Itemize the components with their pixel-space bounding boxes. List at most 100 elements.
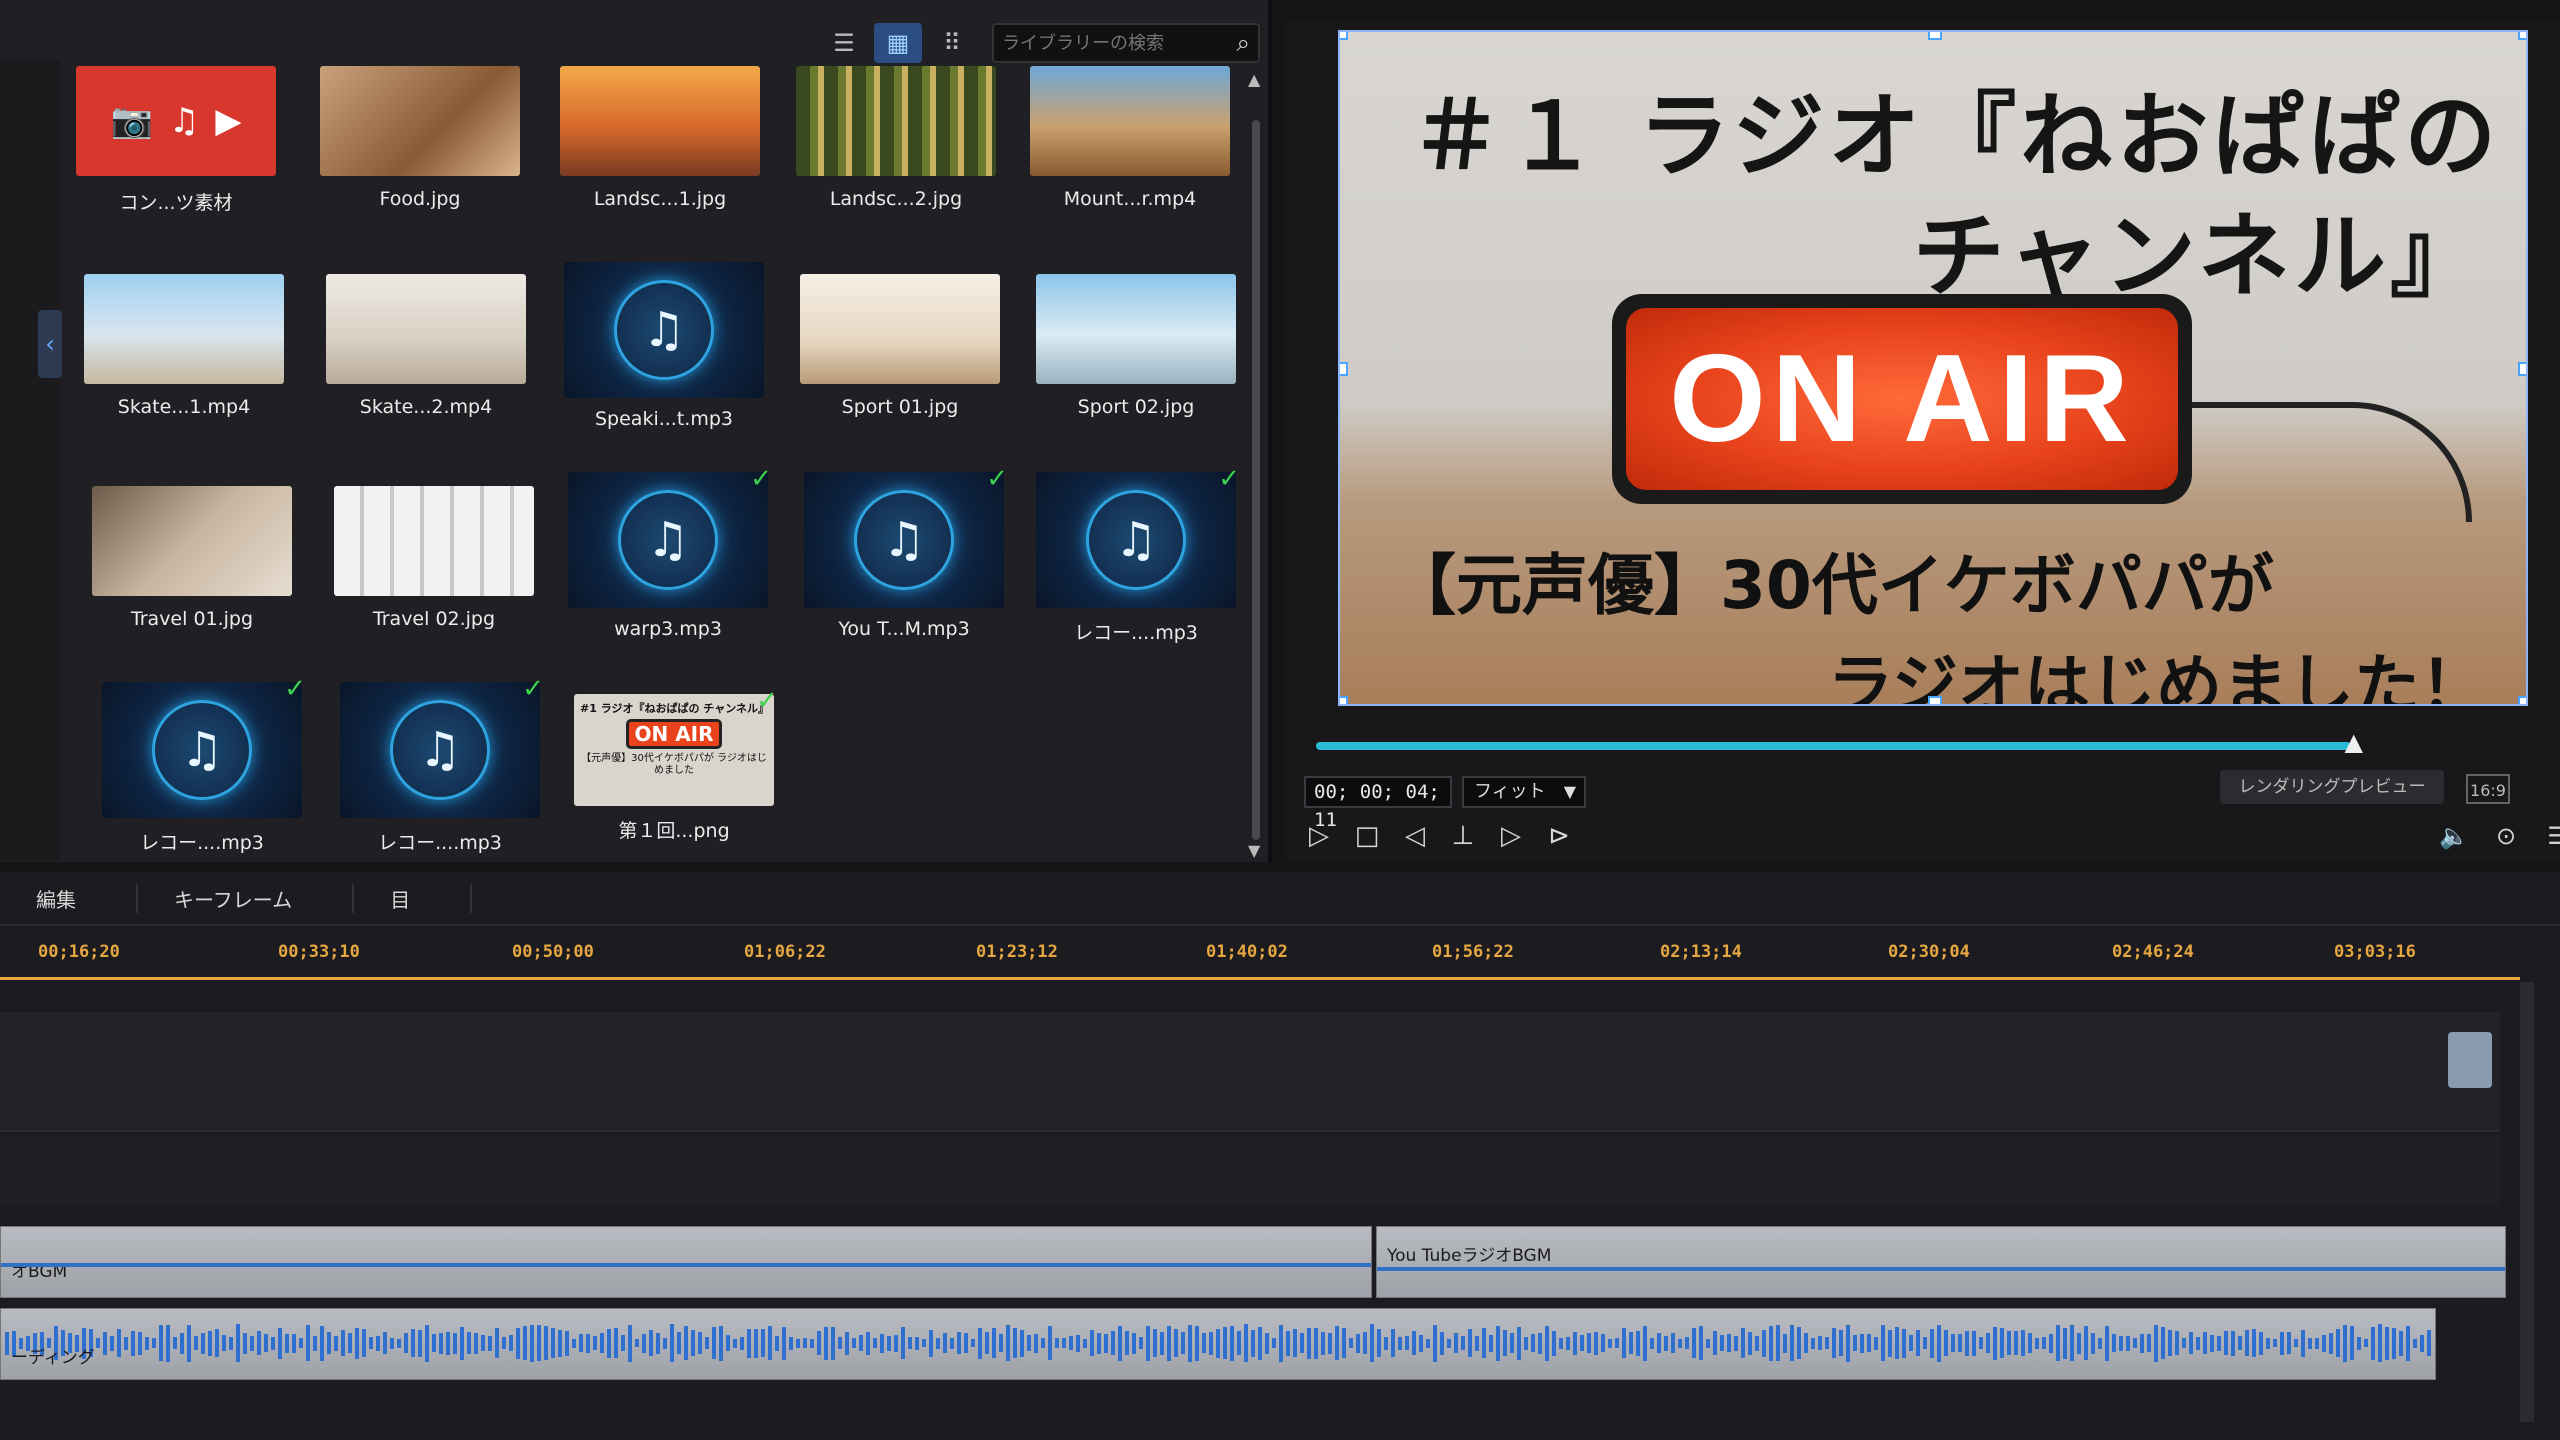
- waveform-bar: [1594, 1331, 1598, 1355]
- waveform-bar: [2168, 1330, 2172, 1356]
- waveform-bar: [537, 1325, 541, 1361]
- waveform-bar: [1622, 1328, 1626, 1358]
- scroll-thumb[interactable]: [1252, 120, 1260, 840]
- clip-name: You TubeラジオBGM: [1387, 1246, 1552, 1266]
- media-name: You T...M.mp3: [838, 618, 970, 640]
- scroll-down-icon[interactable]: ▼: [1248, 841, 1260, 860]
- media-tile[interactable]: Skate...1.mp4: [84, 274, 284, 474]
- waveform-bar: [1216, 1328, 1220, 1358]
- waveform-bar: [1272, 1338, 1276, 1348]
- travel-thumb: [92, 486, 292, 596]
- media-tile[interactable]: Travel 01.jpg: [92, 486, 292, 686]
- waveform-bar: [1587, 1333, 1591, 1353]
- timecode-display[interactable]: 00; 00; 04; 11: [1304, 776, 1452, 831]
- waveform-bar: [313, 1335, 317, 1351]
- resize-handle[interactable]: [2518, 696, 2526, 704]
- audio-thumb: ♫: [1036, 472, 1236, 608]
- media-tile[interactable]: 📷 ♫ ▶ コン...ツ素材: [76, 66, 276, 266]
- waveform-bar: [1727, 1334, 1731, 1352]
- search-icon[interactable]: ⌕: [1237, 29, 1250, 57]
- video-track[interactable]: [0, 1012, 2500, 1132]
- small-grid-view-button[interactable]: ⠿: [928, 23, 976, 63]
- media-tile[interactable]: ♫ Speaki...t.mp3: [564, 262, 764, 462]
- timeline-ruler[interactable]: 00;16;20 00;33;10 00;50;00 01;06;22 01;2…: [0, 936, 2520, 980]
- media-tile[interactable]: Sport 01.jpg: [800, 274, 1000, 474]
- waveform-bar: [845, 1331, 849, 1355]
- empty-track[interactable]: [0, 1136, 2500, 1206]
- media-tile[interactable]: Sport 02.jpg: [1036, 274, 1236, 474]
- media-tile[interactable]: ♫ ✓ レコー....mp3: [1036, 464, 1240, 672]
- media-tile[interactable]: Landsc...2.jpg: [796, 66, 996, 266]
- timeline-scrollbar[interactable]: [2520, 982, 2534, 1422]
- waveform-bar: [1132, 1332, 1136, 1354]
- waveform-bar: [684, 1326, 688, 1360]
- voice-track[interactable]: ーディング: [0, 1288, 2500, 1388]
- media-tile[interactable]: Food.jpg: [320, 66, 520, 266]
- library-search-input[interactable]: [1002, 32, 1237, 54]
- resize-handle[interactable]: [1928, 696, 1942, 704]
- waveform-bar: [1825, 1337, 1829, 1349]
- waveform-bar: [299, 1338, 303, 1348]
- check-icon: ✓: [284, 674, 306, 704]
- track-end-thumbnail[interactable]: [2448, 1032, 2492, 1088]
- fit-dropdown[interactable]: フィット ▼: [1462, 776, 1586, 808]
- tab-edit[interactable]: 編集: [0, 883, 138, 913]
- waveform-bar: [1377, 1329, 1381, 1357]
- media-tile[interactable]: ♫ ✓ You T...M.mp3: [804, 464, 1008, 672]
- previous-frame-icon[interactable]: ◁: [1400, 820, 1430, 852]
- subtitle-icon[interactable]: ☰: [2542, 820, 2560, 852]
- library-search[interactable]: ⌕: [992, 23, 1260, 63]
- waveform-bar: [159, 1325, 163, 1361]
- waveform-bar: [2063, 1327, 2067, 1359]
- waveform-bar: [1419, 1334, 1423, 1352]
- waveform-bar: [1839, 1330, 1843, 1356]
- waveform-bar: [2343, 1324, 2347, 1362]
- aspect-ratio-button[interactable]: 16:9: [2466, 774, 2510, 804]
- waveform-bar: [341, 1330, 345, 1356]
- library-scrollbar[interactable]: ▲ ▼: [1246, 70, 1266, 860]
- play-icon[interactable]: ▷: [1304, 820, 1334, 852]
- fast-forward-icon[interactable]: ⊳: [1544, 820, 1574, 852]
- voice-clip[interactable]: ーディング: [0, 1308, 2436, 1380]
- split-icon[interactable]: ⊥: [1448, 820, 1478, 852]
- snapshot-camera-icon[interactable]: ⊙: [2490, 820, 2522, 852]
- waveform-bar: [1559, 1337, 1563, 1349]
- resize-handle[interactable]: [2518, 362, 2526, 376]
- resize-handle[interactable]: [1340, 32, 1348, 40]
- media-tile[interactable]: Skate...2.mp4: [326, 274, 526, 474]
- media-tile[interactable]: #1 ラジオ『ねおぱぱの チャンネル』 ON AIR 【元声優】30代イケボパパ…: [574, 686, 778, 894]
- resize-handle[interactable]: [1340, 362, 1348, 376]
- list-view-button[interactable]: ☰: [820, 23, 868, 63]
- preview-canvas[interactable]: ＃１ ラジオ『ねおぱぱの チャンネル』 ON AIR 【元声優】30代イケボパパ…: [1338, 30, 2528, 706]
- scrubber-handle-icon[interactable]: ▲: [2345, 728, 2363, 756]
- next-frame-icon[interactable]: ▷: [1496, 820, 1526, 852]
- waveform-bar: [215, 1329, 219, 1357]
- library-side-bar: ‹: [0, 60, 62, 860]
- resize-handle[interactable]: [1340, 696, 1348, 704]
- waveform-bar: [2371, 1326, 2375, 1360]
- media-tile[interactable]: Mount...r.mp4: [1030, 66, 1230, 266]
- volume-icon[interactable]: 🔈: [2438, 820, 2470, 852]
- media-tile[interactable]: ♫ ✓ レコー....mp3: [102, 674, 306, 882]
- media-tile[interactable]: ♫ ✓ warp3.mp3: [568, 464, 772, 672]
- waveform-bar: [1650, 1337, 1654, 1349]
- collapse-handle-icon[interactable]: ‹: [38, 310, 62, 378]
- timeline-panel: 編集 キーフレーム 目 00;16;20 00;33;10 00;50;00 0…: [0, 872, 2560, 1440]
- media-tile[interactable]: Travel 02.jpg: [334, 486, 534, 686]
- waveform-bar: [768, 1326, 772, 1360]
- tab-chapter[interactable]: 目: [354, 883, 473, 913]
- waveform-bar: [1020, 1329, 1024, 1357]
- stop-icon[interactable]: □: [1352, 820, 1382, 852]
- resize-handle[interactable]: [1928, 32, 1942, 40]
- preview-scrubber[interactable]: ▲: [1316, 728, 2363, 756]
- waveform-bar: [551, 1328, 555, 1358]
- grid-view-button[interactable]: ▦: [874, 23, 922, 63]
- media-tile[interactable]: ♫ ✓ レコー....mp3: [340, 674, 544, 882]
- tab-keyframe[interactable]: キーフレーム: [138, 883, 355, 913]
- render-preview-button[interactable]: レンダリングプレビュー: [2220, 770, 2444, 804]
- media-tile[interactable]: Landsc...1.jpg: [560, 66, 760, 266]
- resize-handle[interactable]: [2518, 32, 2526, 40]
- scroll-up-icon[interactable]: ▲: [1248, 70, 1260, 89]
- skate-thumb: [326, 274, 526, 384]
- content-materials-thumb: 📷 ♫ ▶: [76, 66, 276, 176]
